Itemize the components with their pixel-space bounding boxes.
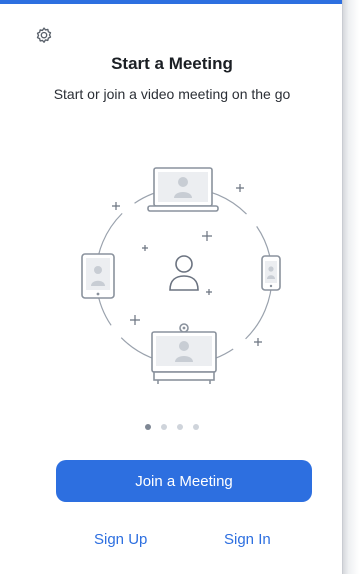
- sign-in-link[interactable]: Sign In: [224, 531, 271, 548]
- meeting-illustration: [74, 166, 294, 386]
- tablet-icon: [81, 253, 115, 299]
- phone-icon: [261, 255, 281, 291]
- join-meeting-button[interactable]: Join a Meeting: [56, 460, 312, 502]
- page-title: Start a Meeting: [111, 54, 233, 73]
- conference-screen-icon: [151, 323, 217, 384]
- laptop-icon: [147, 167, 219, 212]
- page-subtitle: Start or join a video meeting on the go: [53, 86, 291, 102]
- carousel-pagination: [0, 424, 344, 430]
- gear-icon[interactable]: [34, 26, 54, 46]
- pagination-dot-active[interactable]: [145, 424, 151, 430]
- sign-up-link[interactable]: Sign Up: [94, 531, 147, 548]
- pagination-dot[interactable]: [177, 424, 183, 430]
- window-edge-shadow: [343, 0, 359, 574]
- user-icon: [169, 255, 199, 291]
- pagination-dot[interactable]: [161, 424, 167, 430]
- pagination-dot[interactable]: [193, 424, 199, 430]
- top-accent-strip: [0, 0, 344, 4]
